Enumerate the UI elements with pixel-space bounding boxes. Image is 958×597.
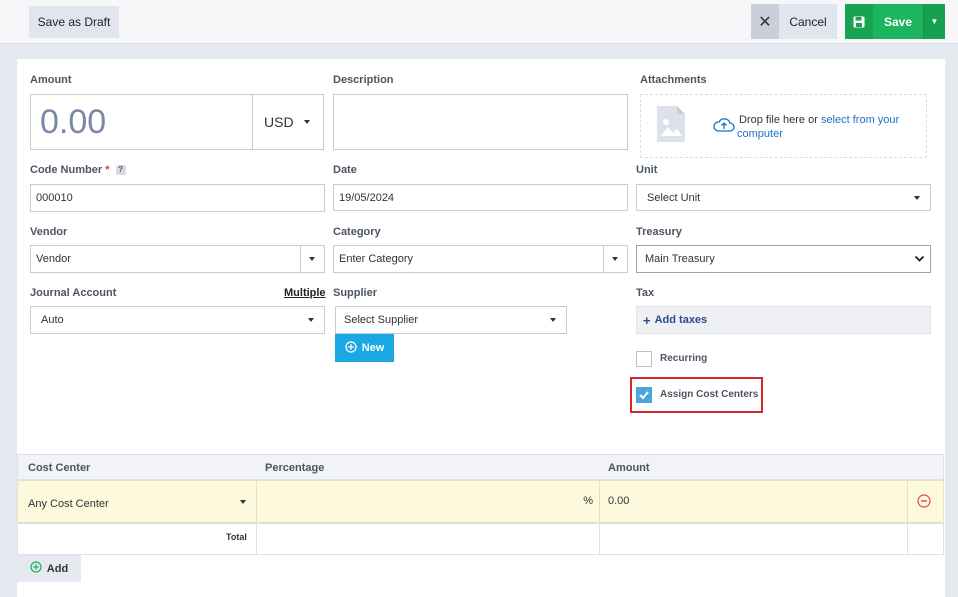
save-button[interactable]: Save ▼	[845, 4, 945, 39]
amount-input[interactable]: 0.00	[30, 94, 253, 150]
description-textarea[interactable]	[333, 94, 628, 150]
cloud-upload-icon	[713, 117, 735, 136]
floppy-disk-icon	[845, 4, 873, 39]
caret-down-icon	[304, 120, 310, 124]
attachment-dropzone[interactable]: Drop file here or select from your compu…	[640, 94, 927, 158]
vendor-select[interactable]: Vendor	[30, 245, 325, 273]
vendor-value: Vendor	[36, 253, 71, 265]
journal-account-value: Auto	[41, 314, 64, 326]
percent-sign: %	[583, 495, 593, 507]
highlight-box	[630, 377, 763, 413]
unit-select[interactable]: Select Unit	[636, 184, 931, 211]
close-icon: ✕	[751, 4, 779, 39]
add-row-button[interactable]: Add	[17, 555, 81, 582]
code-number-input[interactable]: 000010	[30, 184, 325, 212]
cancel-button[interactable]: ✕ Cancel	[751, 4, 837, 39]
code-number-value: 000010	[36, 192, 73, 204]
column-header: Cost Center	[28, 462, 91, 474]
chevron-down-icon[interactable]: ▼	[923, 4, 945, 39]
date-value: 19/05/2024	[339, 191, 395, 204]
required-mark: *	[105, 164, 110, 176]
date-input[interactable]: 19/05/2024	[333, 184, 628, 211]
date-label: Date	[333, 164, 357, 176]
category-value: Enter Category	[339, 253, 413, 265]
column-header: Amount	[608, 462, 650, 474]
dropzone-text: Drop file here or select from your	[739, 112, 924, 128]
drop-text: Drop file here or	[739, 114, 821, 126]
save-label: Save	[883, 14, 913, 29]
amount-value: 0.00	[40, 102, 107, 141]
supplier-label: Supplier	[333, 287, 378, 299]
description-label: Description	[333, 74, 394, 86]
select-file-link[interactable]: select from your	[821, 114, 899, 126]
caret-down-icon	[914, 195, 920, 200]
top-toolbar: Save as Draft ✕ Cancel Save ▼	[0, 0, 958, 44]
cell-divider	[907, 481, 908, 522]
category-label: Category	[333, 226, 381, 238]
total-row: Total	[17, 523, 944, 555]
caret-down-icon	[612, 257, 618, 261]
unit-value: Select Unit	[647, 191, 701, 204]
multiple-link[interactable]: Multiple	[284, 287, 326, 299]
new-supplier-button[interactable]: New	[335, 334, 394, 362]
cell-divider	[907, 524, 908, 554]
add-label: Add	[46, 562, 69, 575]
attachments-label: Attachments	[640, 74, 707, 86]
amount-label: Amount	[30, 74, 72, 86]
chevron-down-icon	[914, 253, 925, 267]
add-taxes-button[interactable]: + Add taxes	[636, 306, 931, 334]
treasury-select[interactable]: Main Treasury	[636, 245, 931, 273]
table-header: Cost Center Percentage Amount	[17, 454, 944, 480]
add-taxes-label: Add taxes	[654, 314, 708, 326]
cost-center-value: Any Cost Center	[28, 498, 109, 510]
currency-select[interactable]: USD	[252, 94, 324, 150]
caret-down-icon	[550, 318, 556, 322]
select-file-link-computer[interactable]: computer	[737, 128, 783, 140]
treasury-label: Treasury	[636, 226, 682, 238]
cell-divider	[599, 524, 600, 554]
plus-icon: +	[643, 312, 651, 328]
recurring-checkbox[interactable]	[636, 351, 652, 367]
vendor-label: Vendor	[30, 226, 68, 238]
currency-value: USD	[264, 114, 294, 130]
journal-account-select[interactable]: Auto	[30, 306, 325, 334]
column-header: Percentage	[265, 462, 325, 474]
category-select[interactable]: Enter Category	[333, 245, 628, 273]
caret-down-icon	[309, 257, 315, 261]
cost-center-select[interactable]: Any Cost Center	[18, 481, 256, 522]
plus-circle-icon	[345, 340, 357, 356]
remove-row-icon[interactable]	[917, 494, 931, 511]
supplier-value: Select Supplier	[344, 314, 418, 326]
recurring-label: Recurring	[660, 353, 708, 364]
caret-down-icon	[240, 499, 246, 504]
new-label: New	[361, 342, 385, 354]
tax-label: Tax	[636, 287, 655, 299]
row-amount-value: 0.00	[608, 495, 630, 507]
code-number-label-text: Code Number	[30, 164, 103, 176]
percentage-input[interactable]: %	[257, 481, 599, 522]
amount-cell-input[interactable]: 0.00	[600, 481, 906, 522]
journal-account-label: Journal Account	[30, 287, 117, 299]
cancel-label: Cancel	[789, 14, 827, 29]
caret-down-icon	[308, 318, 314, 322]
image-file-icon	[657, 106, 685, 145]
supplier-select[interactable]: Select Supplier	[335, 306, 567, 334]
save-as-draft-button[interactable]: Save as Draft	[29, 6, 119, 38]
code-number-label: Code Number * ?	[30, 164, 126, 176]
table-row: Any Cost Center % 0.00	[17, 480, 944, 523]
plus-circle-icon	[30, 561, 42, 576]
treasury-value: Main Treasury	[645, 253, 715, 265]
total-label: Total	[226, 532, 247, 542]
help-icon[interactable]: ?	[115, 165, 126, 176]
unit-label: Unit	[636, 164, 658, 176]
cell-divider	[256, 524, 257, 554]
